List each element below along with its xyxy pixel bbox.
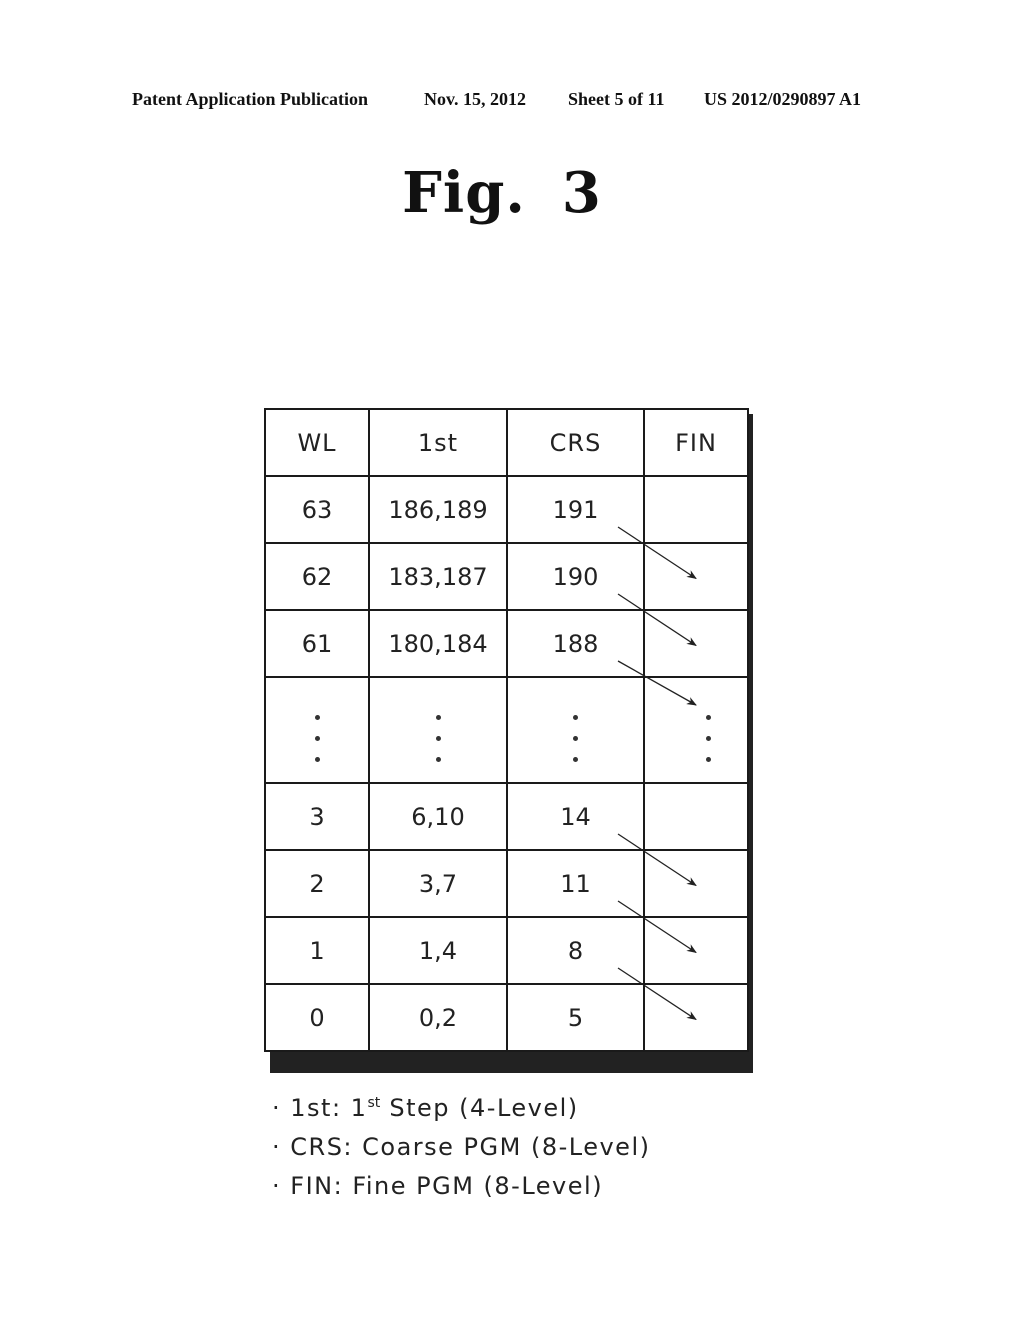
cell-1st: 180,184 <box>368 609 508 678</box>
column-header-wl: WL <box>264 408 370 477</box>
cell-wl: 0 <box>264 983 370 1052</box>
cell-crs: 190 <box>506 542 645 611</box>
cell-fin <box>643 475 749 544</box>
table-row: 62 183,187 190 <box>264 542 749 611</box>
cell-1st: 1,4 <box>368 916 508 985</box>
table-row: 1 1,4 8 <box>264 916 749 985</box>
cell-fin <box>643 916 749 985</box>
header-date: Nov. 15, 2012 <box>424 89 527 109</box>
header-sheet: Sheet 5 of 11 <box>568 89 665 109</box>
cell-wl: 62 <box>264 542 370 611</box>
table-row: 2 3,7 11 <box>264 849 749 918</box>
cell-wl: 1 <box>264 916 370 985</box>
vertical-ellipsis-icon <box>573 715 578 762</box>
vertical-ellipsis-icon <box>314 715 320 762</box>
legend-superscript: st <box>367 1095 381 1111</box>
legend-key: · FIN: <box>272 1172 353 1200</box>
cell-1st: 3,7 <box>368 849 508 918</box>
vertical-ellipsis-icon <box>705 715 711 762</box>
figure-label: Fig. <box>402 160 526 226</box>
cell-crs: 14 <box>506 782 645 851</box>
cell-fin <box>643 542 749 611</box>
legend-text: Step (4-Level) <box>389 1094 579 1122</box>
column-header-crs: CRS <box>506 408 645 477</box>
column-header-fin: FIN <box>643 408 749 477</box>
cell-crs: 11 <box>506 849 645 918</box>
program-order-table: WL 1st CRS FIN 63 186,189 191 62 183,187 190 6… <box>264 408 753 1073</box>
table-row-ellipsis <box>264 676 749 784</box>
legend-text: Fine PGM (8-Level) <box>352 1172 604 1200</box>
cell-fin <box>643 609 749 678</box>
figure-number: 3 <box>561 160 602 226</box>
header-publication: Patent Application Publication <box>132 89 369 109</box>
table-grid: WL 1st CRS FIN 63 186,189 191 62 183,187 190 6… <box>264 408 749 1052</box>
cell-crs: 5 <box>506 983 645 1052</box>
cell-crs: 191 <box>506 475 645 544</box>
cell-fin <box>643 676 749 784</box>
column-header-1st: 1st <box>368 408 508 477</box>
cell-fin <box>643 849 749 918</box>
figure-title: Fig. 3 <box>0 160 1004 226</box>
table-row: 0 0,2 5 <box>264 983 749 1052</box>
table-row: 3 6,10 14 <box>264 782 749 851</box>
header-patent-number: US 2012/0290897 A1 <box>704 89 862 109</box>
cell-wl: 61 <box>264 609 370 678</box>
legend-key: · 1st: <box>272 1094 351 1122</box>
cell-wl: 3 <box>264 782 370 851</box>
legend-item: · 1st: 1st Step (4-Level) <box>272 1084 650 1128</box>
legend-item: · CRS: Coarse PGM (8-Level) <box>272 1128 650 1167</box>
cell-fin <box>643 983 749 1052</box>
legend-item: · FIN: Fine PGM (8-Level) <box>272 1167 650 1206</box>
cell-1st: 183,187 <box>368 542 508 611</box>
cell-1st: 186,189 <box>368 475 508 544</box>
cell-wl <box>264 676 370 784</box>
cell-fin <box>643 782 749 851</box>
table-row: 61 180,184 188 <box>264 609 749 678</box>
table-row: 63 186,189 191 <box>264 475 749 544</box>
cell-1st <box>368 676 508 784</box>
cell-1st: 0,2 <box>368 983 508 1052</box>
table-header-row: WL 1st CRS FIN <box>264 408 749 477</box>
legend-text: Coarse PGM (8-Level) <box>362 1133 651 1161</box>
legend-key: · CRS: <box>272 1133 363 1161</box>
legend: · 1st: 1st Step (4-Level) · CRS: Coarse P… <box>272 1084 650 1206</box>
cell-crs: 8 <box>506 916 645 985</box>
cell-crs <box>506 676 645 784</box>
cell-crs: 188 <box>506 609 645 678</box>
vertical-ellipsis-icon <box>435 715 441 762</box>
cell-wl: 2 <box>264 849 370 918</box>
legend-ordinal: 1 <box>350 1094 368 1122</box>
cell-wl: 63 <box>264 475 370 544</box>
cell-1st: 6,10 <box>368 782 508 851</box>
